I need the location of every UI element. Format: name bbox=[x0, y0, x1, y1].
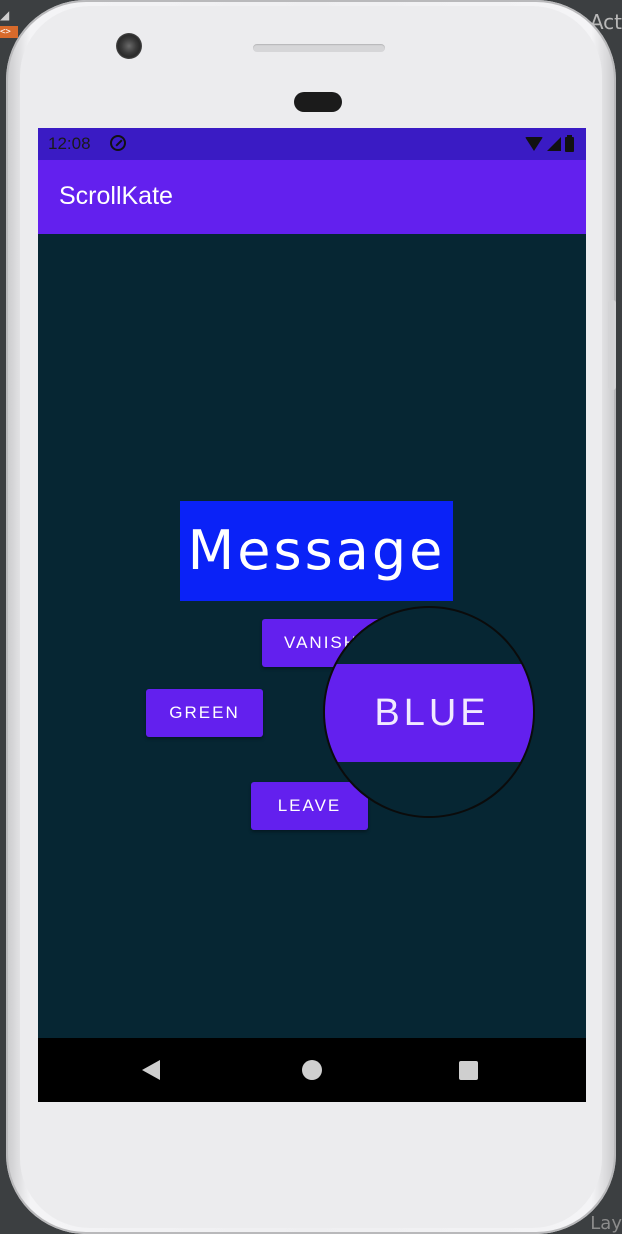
blue-button-label: BLUE bbox=[374, 692, 490, 734]
blue-button[interactable]: BLUE bbox=[325, 664, 533, 762]
ide-toolbar-icon: ◢ bbox=[0, 8, 10, 22]
back-icon[interactable] bbox=[142, 1060, 160, 1080]
magnifier-lens: BLUE bbox=[323, 606, 535, 818]
earpiece-speaker bbox=[253, 44, 385, 52]
status-bar: 12:08 bbox=[38, 128, 586, 160]
front-camera bbox=[116, 33, 142, 59]
phone-screen: 12:08 ScrollKate Message VANISH GREEN LE… bbox=[38, 128, 586, 1102]
status-time: 12:08 bbox=[48, 134, 91, 153]
home-icon[interactable] bbox=[302, 1060, 322, 1080]
leave-button[interactable]: LEAVE bbox=[251, 782, 368, 830]
app-title: ScrollKate bbox=[59, 182, 173, 210]
recents-icon[interactable] bbox=[459, 1061, 478, 1080]
app-bar: ScrollKate bbox=[38, 160, 586, 234]
status-icons bbox=[525, 134, 574, 154]
battery-icon bbox=[565, 134, 574, 152]
green-button[interactable]: GREEN bbox=[146, 689, 263, 737]
sync-icon bbox=[110, 135, 126, 151]
signal-icon bbox=[547, 137, 561, 151]
ide-layout-label: Lay bbox=[590, 1213, 622, 1234]
wifi-icon bbox=[525, 137, 543, 151]
ide-tag: <> bbox=[0, 26, 18, 38]
navigation-bar bbox=[38, 1038, 586, 1102]
proximity-sensor bbox=[294, 92, 342, 112]
side-button bbox=[608, 300, 616, 390]
message-text: Message bbox=[180, 501, 453, 601]
